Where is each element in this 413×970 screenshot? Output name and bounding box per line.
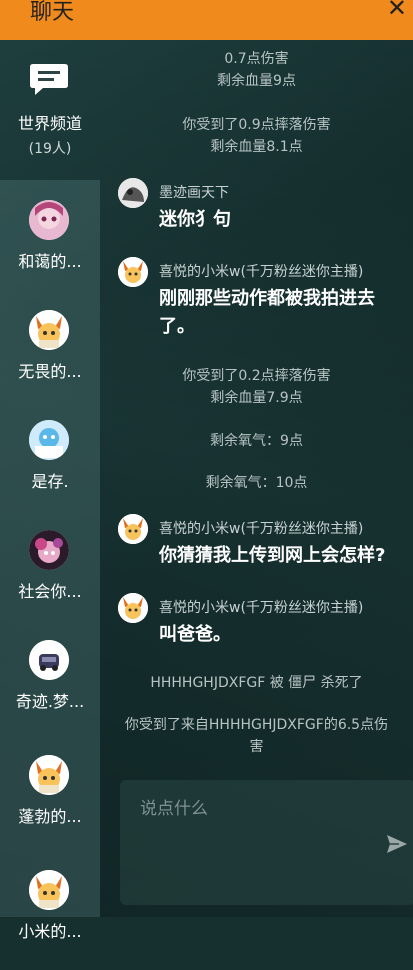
system-line: 你受到了0.2点摔落伤害 xyxy=(182,368,331,384)
header-bar: 聊天 ✕ xyxy=(0,0,413,40)
fox-avatar[interactable] xyxy=(118,257,148,287)
message-username[interactable]: 喜悦的小米w(千万粉丝迷你主播) xyxy=(159,518,363,538)
channel-name: 小米的... xyxy=(18,922,82,941)
world-channel-count: (19人) xyxy=(28,141,72,157)
channel-list: 和蔼的... 无畏的... 是存. 社会你... 奇迹.梦... 蓬勃的... … xyxy=(0,180,100,941)
channel-name: 和蔼的... xyxy=(18,252,82,271)
chat-bubble-icon xyxy=(30,64,68,95)
system-line: 害 xyxy=(249,739,264,755)
sky-avatar xyxy=(29,420,69,460)
message-line: 刚刚那些动作都被我拍进去 xyxy=(159,288,375,309)
fox-avatar xyxy=(29,755,69,795)
message-line: 了。 xyxy=(159,316,195,337)
channel-item[interactable]: 无畏的... xyxy=(0,310,100,410)
channel-name: 社会你... xyxy=(18,582,82,601)
fox-avatar xyxy=(29,310,69,350)
message-text: 你猜猜我上传到网上会怎样? xyxy=(159,542,413,570)
message-text: 迷你犭句 xyxy=(159,206,413,234)
system-message: 剩余氧气：10点 xyxy=(100,472,413,494)
channel-name: 无畏的... xyxy=(18,362,82,381)
message-text: 刚刚那些动作都被我拍进去 了。 xyxy=(159,285,413,341)
system-message: 0.7点伤害 剩余血量9点 xyxy=(100,48,413,92)
channel-name: 蓬勃的... xyxy=(18,807,82,826)
channel-item[interactable]: 蓬勃的... xyxy=(0,755,100,855)
sidebar: 世界频道 (19人) 和蔼的... 无畏的... 是存. 社会你... 奇迹.梦… xyxy=(0,40,100,941)
message-line: 迷你犭句 xyxy=(159,209,231,230)
system-line: 0.7点伤害 xyxy=(224,51,289,67)
message-username[interactable]: 喜悦的小米w(千万粉丝迷你主播) xyxy=(159,261,363,281)
channel-item[interactable]: 和蔼的... xyxy=(0,200,100,300)
input-placeholder: 说点什么 xyxy=(140,799,208,819)
channel-item[interactable]: 小米的... xyxy=(0,870,100,970)
fox-avatar[interactable] xyxy=(118,593,148,623)
system-line: 剩余血量8.1点 xyxy=(210,139,303,155)
channel-item[interactable]: 是存. xyxy=(0,420,100,520)
send-icon[interactable] xyxy=(386,834,408,854)
fox-avatar[interactable] xyxy=(118,514,148,544)
system-line: 剩余氧气：10点 xyxy=(205,475,308,491)
anime-avatar xyxy=(29,530,69,570)
system-line: 你受到了0.9点摔落伤害 xyxy=(182,117,331,133)
ink-avatar[interactable] xyxy=(118,178,148,208)
fox-avatar xyxy=(29,870,69,910)
system-line: HHHHGHJDXFGF 被 僵尸 杀死了 xyxy=(150,675,363,691)
message-username[interactable]: 墨迹画天下 xyxy=(159,182,229,202)
channel-name: 是存. xyxy=(31,472,69,491)
system-message: 你受到了0.2点摔落伤害 剩余血量7.9点 xyxy=(100,365,413,409)
message-line: 你猜猜我上传到网上会怎样? xyxy=(159,545,386,566)
page-title: 聊天 xyxy=(30,0,75,25)
system-line: 剩余氧气：9点 xyxy=(210,433,303,449)
car-avatar xyxy=(29,640,69,680)
message-input[interactable]: 说点什么 xyxy=(120,780,413,905)
channel-name: 奇迹.梦... xyxy=(15,692,85,711)
message-text: 叫爸爸。 xyxy=(159,621,413,649)
message-area[interactable]: 0.7点伤害 剩余血量9点 你受到了0.9点摔落伤害 剩余血量8.1点 墨迹画天… xyxy=(100,40,413,917)
world-channel-button[interactable]: 世界频道 (19人) xyxy=(0,40,100,180)
channel-item[interactable]: 社会你... xyxy=(0,530,100,630)
anime-girl-avatar xyxy=(29,200,69,240)
system-message: 你受到了0.9点摔落伤害 剩余血量8.1点 xyxy=(100,114,413,158)
system-message: HHHHGHJDXFGF 被 僵尸 杀死了 xyxy=(100,672,413,694)
system-message: 你受到了来自HHHHGHJDXFGF的6.5点伤 害 xyxy=(100,714,413,758)
close-icon[interactable]: ✕ xyxy=(387,0,407,22)
world-channel-label: 世界频道 xyxy=(17,114,82,133)
message-line: 叫爸爸。 xyxy=(159,624,231,645)
system-line: 剩余血量9点 xyxy=(217,73,296,89)
system-message: 剩余氧气：9点 xyxy=(100,430,413,452)
system-line: 你受到了来自HHHHGHJDXFGF的6.5点伤 xyxy=(124,717,389,733)
channel-item[interactable]: 奇迹.梦... xyxy=(0,640,100,740)
system-line: 剩余血量7.9点 xyxy=(210,390,303,406)
message-username[interactable]: 喜悦的小米w(千万粉丝迷你主播) xyxy=(159,597,363,617)
